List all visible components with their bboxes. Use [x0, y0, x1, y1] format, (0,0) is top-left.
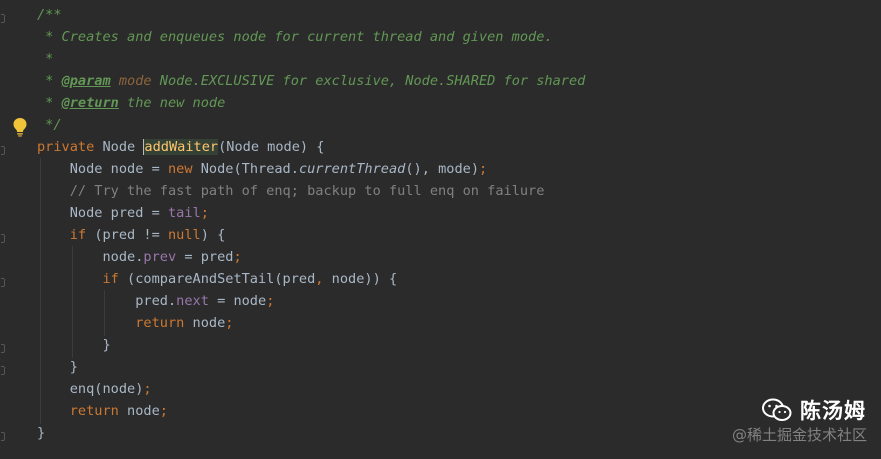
code-token: (compareAndSetTail(pred — [127, 271, 316, 287]
code-line[interactable]: */ — [37, 114, 62, 136]
code-line[interactable]: enq(node); — [37, 378, 152, 400]
code-token: */ — [37, 117, 62, 133]
wechat-icon — [762, 398, 792, 421]
code-token: Node(Thread. — [200, 161, 299, 177]
code-token: ; — [159, 403, 168, 419]
watermark-title: 陈汤姆 — [800, 399, 866, 423]
code-token: Node node = — [69, 161, 168, 177]
code-token: return — [135, 315, 193, 331]
code-token: ; — [479, 161, 488, 177]
code-line[interactable]: return node; — [37, 400, 168, 422]
code-token: // Try the fast path of enq; backup to f… — [69, 183, 545, 199]
code-line[interactable]: } — [37, 422, 45, 444]
code-token: addWaiter — [144, 139, 219, 155]
code-token: * — [37, 95, 62, 111]
fold-marker[interactable] — [1, 366, 5, 375]
fold-marker[interactable] — [1, 432, 5, 441]
code-line[interactable]: // Try the fast path of enq; backup to f… — [37, 180, 545, 202]
code-token: , — [315, 271, 332, 287]
code-token: * — [37, 51, 54, 67]
code-token: = pred — [176, 249, 234, 265]
code-token: ; — [143, 381, 152, 397]
code-token: = node — [208, 293, 267, 309]
code-token: node)) { — [331, 271, 398, 287]
code-token: @return — [61, 95, 119, 111]
code-token: (pred != — [94, 227, 168, 243]
code-token: tail — [167, 205, 201, 221]
code-line[interactable]: } — [37, 356, 78, 378]
code-token: Node pred = — [69, 205, 168, 221]
code-token: } — [69, 359, 78, 375]
code-token: return — [69, 403, 128, 419]
code-line[interactable]: Node pred = tail; — [37, 202, 209, 224]
code-token: /** — [37, 7, 62, 23]
code-line[interactable]: /** — [37, 4, 62, 26]
code-token: node — [192, 315, 226, 331]
code-line[interactable]: if (compareAndSetTail(pred, node)) { — [37, 268, 397, 290]
code-token: ; — [200, 205, 209, 221]
code-token: Node.EXCLUSIVE for exclusive, Node.SHARE… — [151, 73, 586, 89]
code-token: currentThread — [298, 161, 406, 177]
code-line[interactable]: pred.next = node; — [37, 290, 274, 312]
code-token: * Creates and enqueues node for current … — [37, 29, 553, 45]
code-token: prev — [143, 249, 177, 265]
code-token: ; — [266, 293, 275, 309]
fold-marker[interactable] — [1, 344, 5, 353]
code-token: @param — [61, 73, 111, 89]
code-token: mode — [110, 73, 152, 89]
code-token: (Node mode) { — [218, 139, 325, 155]
code-token: (), mode) — [405, 161, 480, 177]
code-token: ; — [225, 315, 234, 331]
code-line[interactable]: Node node = new Node(Thread.currentThrea… — [37, 158, 487, 180]
code-line[interactable]: * — [37, 48, 53, 70]
watermark: 陈汤姆 — [762, 395, 866, 425]
code-token: pred. — [135, 293, 177, 309]
code-line[interactable]: if (pred != null) { — [37, 224, 226, 246]
code-token: private — [37, 139, 103, 155]
editor-gutter[interactable] — [0, 0, 30, 459]
code-token: Node — [102, 139, 144, 155]
fold-marker[interactable] — [1, 278, 5, 287]
code-token: ; — [233, 249, 242, 265]
code-token: * — [37, 73, 62, 89]
code-line[interactable]: node.prev = pred; — [37, 246, 242, 268]
lightbulb-icon[interactable] — [12, 117, 28, 137]
code-line[interactable]: return node; — [37, 312, 233, 334]
code-token: node. — [102, 249, 144, 265]
code-token: node — [127, 403, 160, 419]
code-token: new — [167, 161, 201, 177]
watermark-subtitle: @稀土掘金技术社区 — [731, 426, 867, 444]
fold-marker[interactable] — [1, 14, 5, 23]
code-token: ) { — [200, 227, 226, 243]
code-line[interactable]: private Node addWaiter(Node mode) { — [37, 136, 324, 158]
code-line[interactable]: * Creates and enqueues node for current … — [37, 26, 553, 48]
code-line[interactable]: } — [37, 334, 111, 356]
code-line[interactable]: * @return the new node — [37, 92, 225, 114]
code-token: } — [102, 337, 111, 353]
fold-marker[interactable] — [1, 146, 5, 155]
code-token: enq(node) — [69, 381, 144, 397]
code-token: next — [176, 293, 209, 309]
code-token: if — [69, 227, 95, 243]
code-token: the new node — [118, 95, 226, 111]
code-token: if — [102, 271, 128, 287]
fold-marker[interactable] — [1, 234, 5, 243]
code-editor[interactable]: /** * Creates and enqueues node for curr… — [0, 0, 881, 459]
code-token: null — [167, 227, 201, 243]
code-line[interactable]: * @param mode Node.EXCLUSIVE for exclusi… — [37, 70, 585, 92]
code-token: } — [37, 425, 46, 441]
